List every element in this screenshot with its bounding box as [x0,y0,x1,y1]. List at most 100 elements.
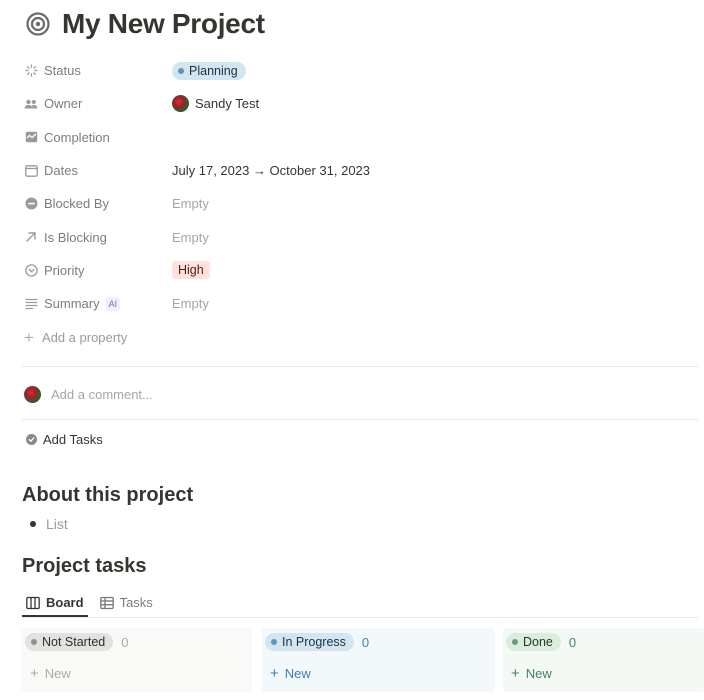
board-icon [26,596,40,609]
property-label-text: Dates [44,163,78,179]
priority-tag[interactable]: High [172,261,210,280]
new-card-label: New [44,666,71,681]
property-label-text: Blocked By [44,196,110,212]
about-heading[interactable]: About this project [22,484,193,507]
page-header: My New Project [26,6,265,42]
property-label-text: Owner [44,96,83,112]
board: Not Started 0 + New In Progress 0 + New … [22,628,704,700]
property-label[interactable]: Is Blocking [24,230,172,245]
view-tabs: Board Tasks [22,590,698,618]
property-label-text: Summary [44,296,100,312]
divider [22,419,698,420]
properties-panel: Status Planning Owner Sandy Test Complet… [24,54,696,354]
board-column-in-progress[interactable]: In Progress 0 + New [262,628,495,692]
property-label[interactable]: Completion [24,130,172,145]
calendar-icon [24,164,38,178]
property-label[interactable]: Blocked By [24,196,172,211]
status-dot [178,67,184,74]
property-label[interactable]: Priority [24,263,172,278]
divider [22,366,698,367]
comment-input[interactable]: Add a comment... [51,387,153,402]
bullet-icon [30,521,36,527]
board-column-not-started[interactable]: Not Started 0 + New [22,628,252,692]
property-label[interactable]: Summary AI [24,296,172,311]
tab-board[interactable]: Board [22,595,88,617]
status-pill[interactable]: Planning [172,61,246,80]
new-card-label: New [525,666,552,681]
plus-icon: + [30,665,39,682]
tab-tasks[interactable]: Tasks [96,595,157,617]
property-value[interactable]: Empty [172,296,209,311]
add-property-button[interactable]: + Add a property [24,320,696,353]
column-title: In Progress [282,635,346,649]
tab-label: Board [46,595,84,610]
avatar [24,385,41,403]
new-card-button[interactable]: + New [270,666,311,681]
target-icon[interactable] [26,12,50,36]
ai-badge: AI [105,296,121,311]
new-card-button[interactable]: + New [30,666,71,681]
property-owner[interactable]: Owner Sandy Test [24,87,696,120]
list-item[interactable]: List [30,516,68,532]
column-title: Done [523,635,553,649]
list-item-text: List [46,516,68,532]
status-dot [31,639,37,645]
property-status[interactable]: Status Planning [24,54,696,87]
property-value[interactable]: July 17, 2023 → October 31, 2023 [172,163,370,178]
status-pill-text: Planning [189,63,238,78]
plus-icon: + [511,665,520,682]
select-icon [24,263,38,277]
property-label-text: Completion [44,129,110,145]
comment-row[interactable]: Add a comment... [24,383,153,405]
avatar [172,95,189,113]
people-icon [24,97,38,111]
column-title: Not Started [42,635,106,649]
new-card-button[interactable]: + New [511,666,552,681]
property-value[interactable]: Empty [172,196,209,211]
property-label-text: Status [44,63,81,79]
tab-label: Tasks [119,595,153,610]
property-value[interactable]: Empty [172,230,209,245]
status-pill: Not Started [25,633,114,651]
text-lines-icon [24,297,38,311]
status-pill: In Progress [265,633,354,651]
property-completion[interactable]: Completion [24,121,696,154]
property-value[interactable]: Sandy Test [172,95,260,113]
arrow-up-right-icon [24,230,38,244]
property-summary[interactable]: Summary AI Empty [24,287,696,320]
owner-name: Sandy Test [195,96,260,112]
board-column-done[interactable]: Done 0 + New [503,628,704,692]
plus-icon: + [24,327,34,347]
table-icon [99,596,114,609]
column-header[interactable]: Not Started 0 [25,633,128,651]
column-header[interactable]: Done 0 [506,633,576,651]
status-dot [512,639,518,645]
property-is-blocking[interactable]: Is Blocking Empty [24,220,696,253]
add-tasks-label: Add Tasks [43,432,103,447]
column-count: 0 [568,634,577,650]
property-priority[interactable]: Priority High [24,254,696,287]
property-label[interactable]: Dates [24,163,172,178]
column-count: 0 [361,634,370,650]
project-tasks-heading[interactable]: Project tasks [22,555,147,578]
add-property[interactable]: + Add a property [24,329,127,346]
status-dot [271,639,277,645]
rollup-icon [24,130,38,144]
add-tasks-button[interactable]: Add Tasks [26,432,103,447]
new-card-label: New [284,666,311,681]
column-header[interactable]: In Progress 0 [265,633,369,651]
property-label[interactable]: Owner [24,96,172,111]
property-value[interactable]: Planning [172,61,246,80]
relation-icon [24,197,38,211]
property-label-text: Is Blocking [44,229,107,245]
page-title[interactable]: My New Project [62,8,265,40]
property-blocked-by[interactable]: Blocked By Empty [24,187,696,220]
property-label[interactable]: Status [24,63,172,78]
status-pill: Done [506,633,561,651]
plus-icon: + [270,665,279,682]
add-property-label: Add a property [41,329,128,345]
property-dates[interactable]: Dates July 17, 2023 → October 31, 2023 [24,154,696,187]
property-value[interactable]: High [172,261,210,280]
check-circle-icon [26,434,37,445]
status-loader-icon [24,64,38,78]
